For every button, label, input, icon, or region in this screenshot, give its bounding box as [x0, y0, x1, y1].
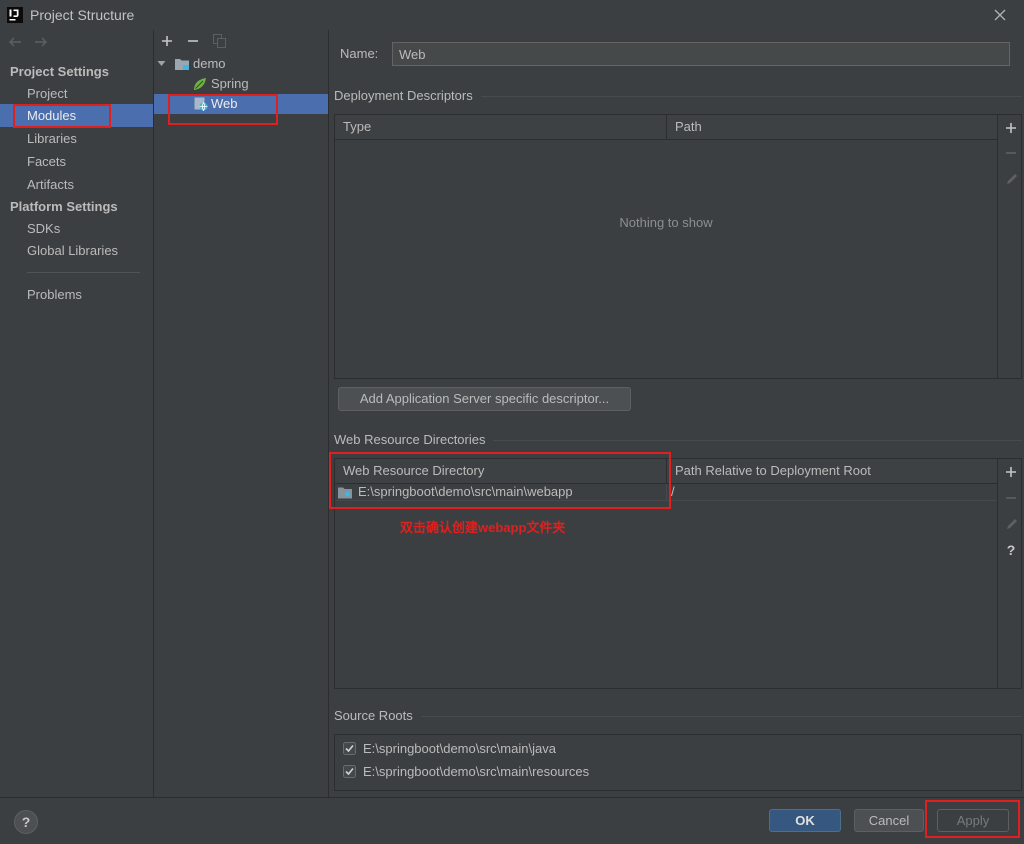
tree-node-label: demo [193, 56, 226, 71]
spring-leaf-icon [193, 77, 207, 91]
checkbox[interactable] [343, 765, 356, 778]
source-root-item[interactable]: E:\springboot\demo\src\main\resources [343, 764, 943, 781]
section-divider [480, 95, 1022, 97]
edit-icon[interactable] [1005, 172, 1019, 186]
table-pane[interactable]: Type Path Nothing to show [335, 115, 998, 378]
empty-table-text: Nothing to show [619, 215, 713, 230]
dialog-footer: ? OK Cancel Apply [0, 797, 1024, 844]
help-icon[interactable]: ? [1003, 542, 1019, 558]
nav-item-facets[interactable]: Facets [0, 150, 153, 173]
source-root-item[interactable]: E:\springboot\demo\src\main\java [343, 741, 943, 758]
tree-node-demo[interactable]: demo [154, 54, 328, 74]
copy-icon[interactable] [213, 34, 226, 48]
column-header-path[interactable]: Path [667, 115, 997, 139]
arrow-left-icon[interactable] [8, 36, 22, 48]
source-roots-section: Source Roots [334, 708, 1022, 724]
section-divider [420, 715, 1022, 717]
window-title: Project Structure [30, 7, 135, 23]
add-icon[interactable] [161, 35, 173, 47]
column-header-relative-path[interactable]: Path Relative to Deployment Root [667, 459, 997, 483]
section-divider [493, 439, 1022, 441]
source-roots-list: E:\springboot\demo\src\main\java E:\spri… [334, 734, 1022, 791]
cancel-button[interactable]: Cancel [854, 809, 924, 832]
table-header: Type Path [335, 115, 997, 140]
close-icon[interactable] [993, 8, 1007, 22]
source-root-path: E:\springboot\demo\src\main\resources [363, 764, 590, 779]
settings-nav: Project Settings Project Modules Librari… [0, 30, 153, 797]
nav-separator [27, 272, 140, 273]
section-title: Web Resource Directories [334, 432, 486, 447]
arrow-right-icon[interactable] [34, 36, 48, 48]
module-folder-icon [175, 57, 190, 71]
name-field[interactable] [392, 42, 1010, 66]
column-header-type[interactable]: Type [335, 115, 667, 139]
annotation-box-apply [925, 800, 1020, 838]
edit-icon[interactable] [1005, 517, 1019, 531]
section-title: Deployment Descriptors [334, 88, 473, 103]
annotation-box-web-resource-directory [329, 452, 671, 509]
add-icon[interactable] [1005, 466, 1017, 478]
nav-item-artifacts[interactable]: Artifacts [0, 173, 153, 196]
deployment-descriptors-section: Deployment Descriptors [334, 88, 1022, 104]
nav-item-global-libraries[interactable]: Global Libraries [0, 239, 153, 262]
tree-node-label: Spring [211, 76, 249, 91]
add-icon[interactable] [1005, 122, 1017, 134]
ok-button[interactable]: OK [769, 809, 841, 832]
remove-icon[interactable] [1005, 492, 1017, 504]
remove-icon[interactable] [187, 35, 199, 47]
intellij-idea-icon [7, 7, 23, 23]
tree-node-spring[interactable]: Spring [154, 74, 328, 94]
annotation-box-modules [13, 104, 111, 128]
relative-path: / [671, 484, 675, 499]
expand-triangle-icon[interactable] [157, 59, 166, 68]
relative-path-cell[interactable]: / [667, 484, 997, 500]
web-resource-directories-section: Web Resource Directories [334, 432, 1022, 448]
help-icon: ? [21, 814, 31, 830]
name-label: Name: [340, 46, 379, 61]
help-button[interactable]: ? [14, 810, 38, 834]
remove-icon[interactable] [1005, 147, 1017, 159]
nav-item-libraries[interactable]: Libraries [0, 127, 153, 150]
section-title: Source Roots [334, 708, 413, 723]
source-root-path: E:\springboot\demo\src\main\java [363, 741, 556, 756]
title-bar: Project Structure [0, 0, 1024, 30]
annotation-box-web [168, 94, 278, 125]
add-descriptor-button[interactable]: Add Application Server specific descript… [338, 387, 631, 411]
facet-editor: Name: Deployment Descriptors Type Path N… [329, 30, 1024, 797]
platform-settings-header: Platform Settings [10, 199, 118, 214]
nav-item-problems[interactable]: Problems [0, 283, 153, 306]
deployment-descriptors-table: Type Path Nothing to show [334, 114, 1022, 379]
project-settings-header: Project Settings [10, 64, 109, 79]
nav-item-project[interactable]: Project [0, 83, 153, 104]
module-tree-panel: demo Spring Web [154, 30, 328, 797]
checkbox[interactable] [343, 742, 356, 755]
nav-item-sdks[interactable]: SDKs [0, 218, 153, 239]
annotation-note: 双击确认创建webapp文件夹 [400, 520, 566, 535]
